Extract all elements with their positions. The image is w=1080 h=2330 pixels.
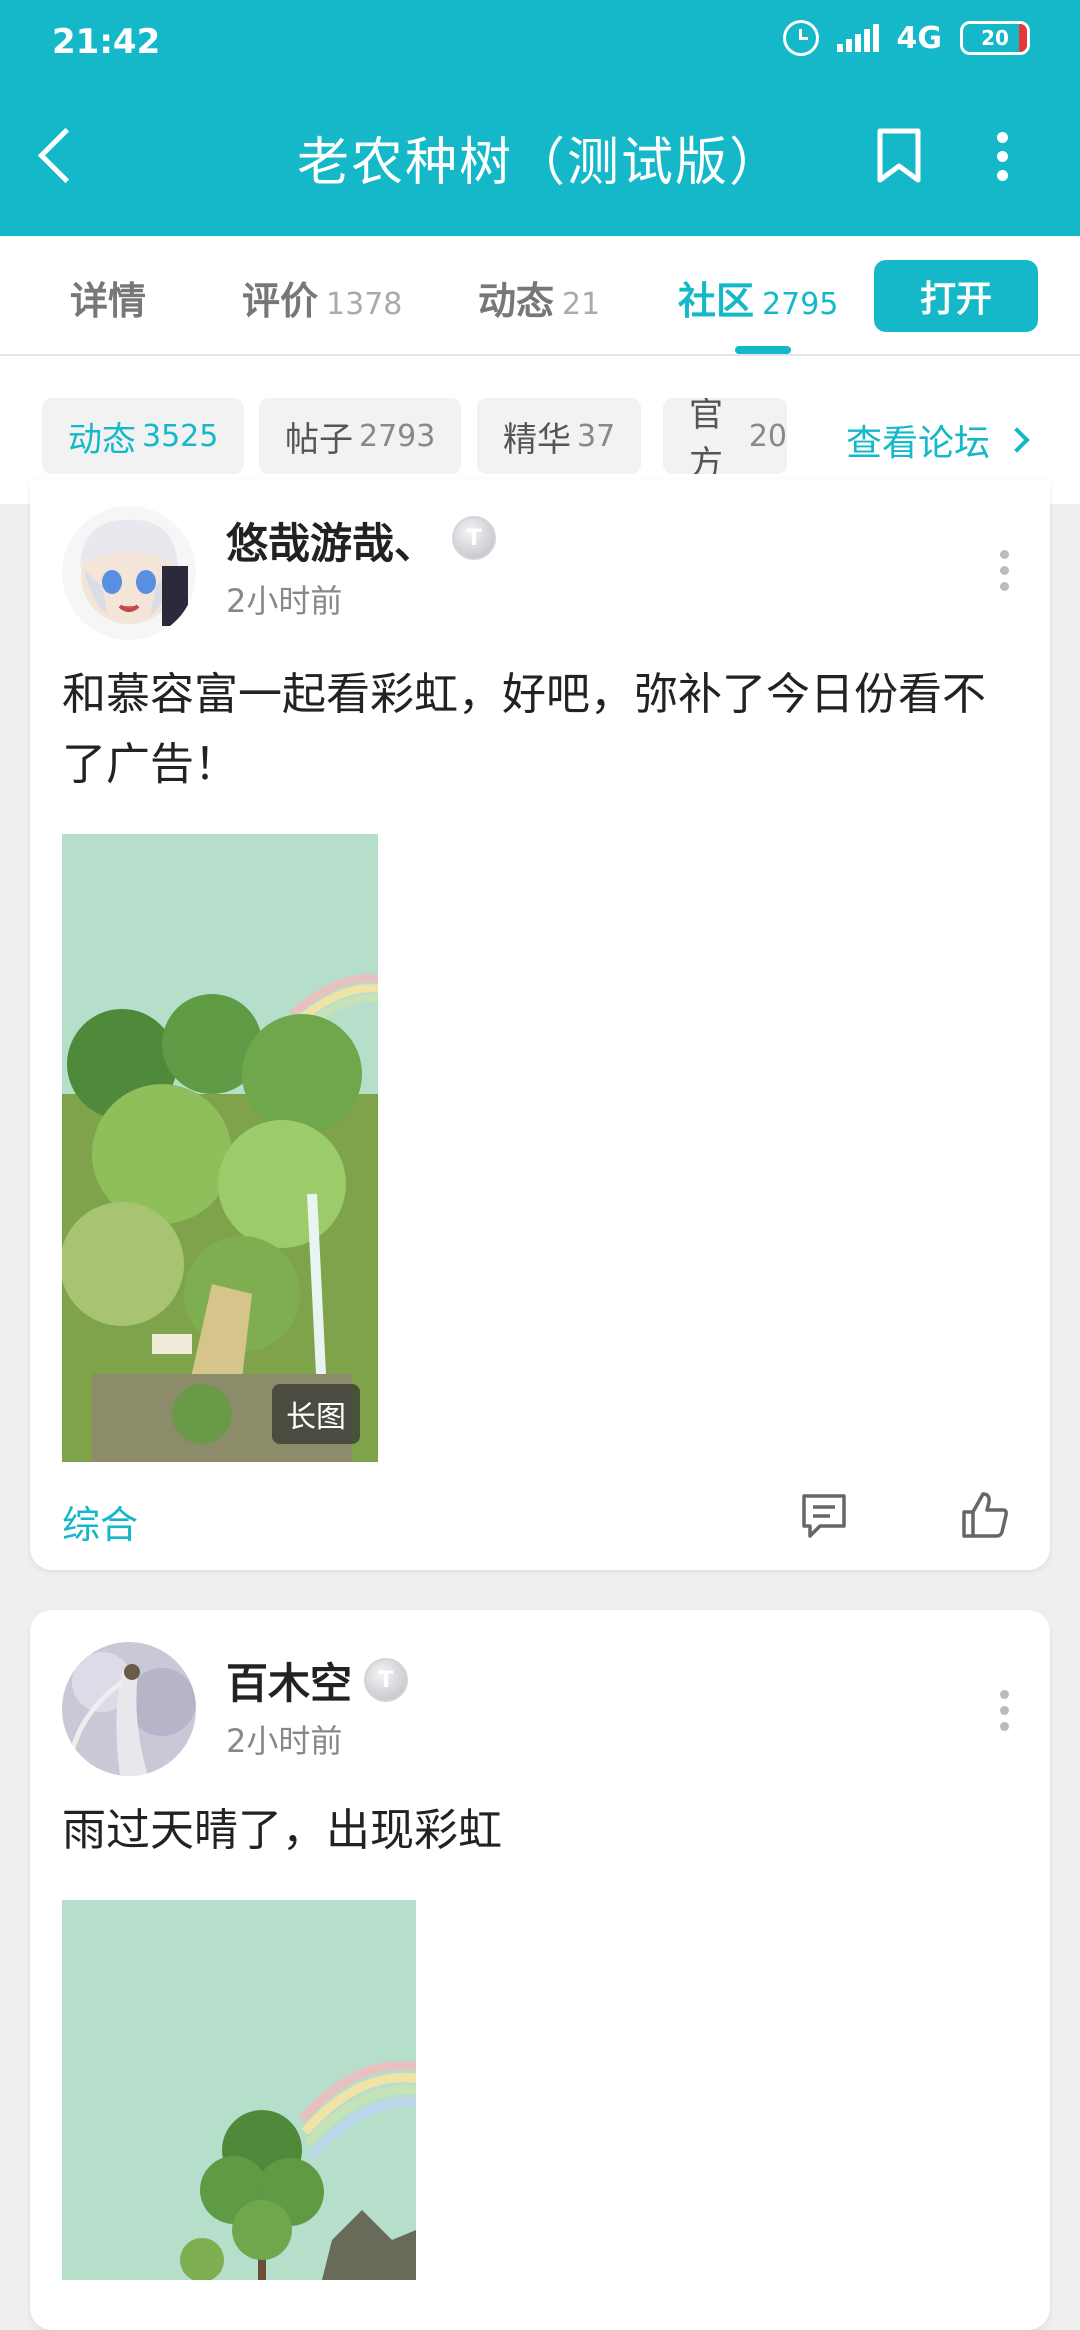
chip-label: 帖子 bbox=[285, 419, 353, 460]
signal-icon bbox=[836, 24, 879, 52]
post-image[interactable] bbox=[62, 1900, 416, 2280]
status-icons: 4G 20 bbox=[782, 20, 1030, 56]
post-text: 和慕容富一起看彩虹，好吧，弥补了今日份看不了广告！ bbox=[62, 669, 986, 790]
filter-chip-featured[interactable]: 精华 37 bbox=[477, 398, 642, 474]
avatar[interactable] bbox=[62, 1642, 196, 1776]
avatar[interactable] bbox=[62, 506, 196, 640]
chip-label: 动态 bbox=[68, 419, 136, 460]
chevron-right-icon bbox=[1004, 427, 1030, 453]
more-options-icon[interactable] bbox=[994, 132, 1010, 182]
username[interactable]: 悠哉游哉、 bbox=[226, 510, 436, 571]
tab-count: 2795 bbox=[762, 287, 839, 322]
post-text: 雨过天晴了，出现彩虹 bbox=[62, 1805, 502, 1856]
tab-community[interactable]: 社区 2795 bbox=[678, 270, 838, 325]
tab-count: 1378 bbox=[326, 287, 403, 322]
like-icon[interactable] bbox=[960, 1490, 1010, 1540]
post-more-icon[interactable] bbox=[1000, 550, 1010, 598]
post-card[interactable]: 悠哉游哉、 T 2小时前 和慕容富一起看彩虹，好吧，弥补了今日份看不了广告！ 长… bbox=[30, 480, 1050, 1570]
comment-icon[interactable] bbox=[800, 1492, 848, 1540]
chip-label: 精华 bbox=[503, 419, 571, 460]
alarm-icon bbox=[782, 20, 819, 56]
chip-count: 37 bbox=[577, 418, 616, 454]
battery-icon: 20 bbox=[960, 21, 1030, 55]
long-image-badge: 长图 bbox=[272, 1384, 360, 1444]
filter-chip-posts[interactable]: 帖子 2793 bbox=[259, 398, 462, 474]
battery-level: 20 bbox=[981, 26, 1009, 50]
tab-count: 21 bbox=[562, 287, 601, 322]
level-badge-icon: T bbox=[364, 1658, 408, 1702]
chip-count: 2793 bbox=[359, 418, 436, 454]
filter-chip-dynamics[interactable]: 动态 3525 bbox=[42, 398, 245, 474]
tab-label: 评价 bbox=[242, 279, 319, 323]
tab-label: 社区 bbox=[678, 279, 755, 323]
tab-updates[interactable]: 动态 21 bbox=[478, 270, 600, 325]
username[interactable]: 百木空 bbox=[226, 1650, 352, 1711]
post-time: 2小时前 bbox=[226, 582, 343, 620]
forum-link-label: 查看论坛 bbox=[846, 423, 991, 464]
chip-label: 官方 bbox=[689, 398, 723, 474]
post-image[interactable]: 长图 bbox=[62, 834, 378, 1462]
post-card[interactable]: 百木空 T 2小时前 雨过天晴了，出现彩虹 bbox=[30, 1610, 1050, 2330]
tab-label: 详情 bbox=[70, 279, 147, 323]
tab-details[interactable]: 详情 bbox=[70, 270, 146, 325]
level-badge-icon: T bbox=[452, 516, 496, 560]
chip-count: 20 bbox=[748, 418, 787, 454]
status-time: 21:42 bbox=[52, 22, 161, 62]
view-forum-link[interactable]: 查看论坛 bbox=[846, 414, 1030, 466]
open-button[interactable]: 打开 bbox=[874, 260, 1038, 332]
tab-label: 动态 bbox=[478, 279, 555, 323]
active-tab-indicator bbox=[735, 346, 791, 354]
post-more-icon[interactable] bbox=[1000, 1690, 1010, 1738]
post-time: 2小时前 bbox=[226, 1722, 343, 1760]
post-category[interactable]: 综合 bbox=[62, 1494, 138, 1549]
bookmark-icon[interactable] bbox=[876, 128, 922, 184]
chip-count: 3525 bbox=[142, 418, 219, 454]
app-header: 21:42 4G 20 老农种树（测试版） bbox=[0, 0, 1080, 236]
filter-chip-official[interactable]: 官方 20 bbox=[663, 398, 787, 474]
tab-reviews[interactable]: 评价 1378 bbox=[242, 270, 402, 325]
network-type: 4G bbox=[896, 20, 943, 56]
